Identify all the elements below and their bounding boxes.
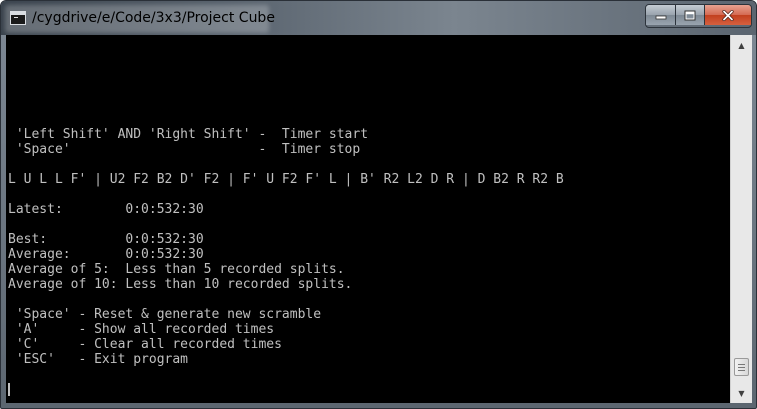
vertical-scrollbar[interactable]: ▲ ▼ [730, 35, 752, 403]
up-arrow-icon[interactable]: ▲ [733, 37, 750, 53]
terminal-window: /cygdrive/e/Code/3x3/Project Cube 'Left … [0, 0, 757, 409]
console-line: L U L L F' | U2 F2 B2 D' F2 | F' U F2 F'… [8, 172, 564, 187]
console-line: Average of 10: Less than 10 recorded spl… [8, 277, 353, 292]
maximize-icon [684, 10, 696, 20]
close-icon [722, 9, 734, 21]
console-line: 'Left Shift' AND 'Right Shift' - Timer s… [8, 127, 369, 142]
window-title: /cygdrive/e/Code/3x3/Project Cube [32, 10, 275, 26]
minimize-icon [655, 15, 666, 20]
console-line: 'Space' - Timer stop [8, 142, 361, 157]
console-client-area: 'Left Shift' AND 'Right Shift' - Timer s… [6, 35, 752, 403]
console-line: Average: 0:0:532:30 [8, 247, 204, 262]
title-bar[interactable]: /cygdrive/e/Code/3x3/Project Cube [1, 1, 756, 35]
console-line: 'A' - Show all recorded times [8, 322, 275, 337]
scrollbar-thumb[interactable] [734, 358, 749, 376]
text-cursor [8, 383, 10, 396]
thumb-grip-line [738, 364, 745, 365]
console-line: Best: 0:0:532:30 [8, 232, 204, 247]
console-line: 'Space' - Reset & generate new scramble [8, 307, 322, 322]
down-arrow-icon[interactable]: ▼ [733, 385, 750, 401]
console-line: 'ESC' - Exit program [8, 352, 189, 367]
console-icon[interactable] [10, 11, 26, 25]
console-output[interactable]: 'Left Shift' AND 'Right Shift' - Timer s… [6, 35, 730, 403]
window-controls [645, 4, 752, 28]
console-line: 'C' - Clear all recorded times [8, 337, 282, 352]
console-line: Average of 5: Less than 5 recorded split… [8, 262, 345, 277]
minimize-button[interactable] [646, 5, 676, 25]
close-button[interactable] [705, 5, 751, 25]
maximize-button[interactable] [676, 5, 705, 25]
thumb-grip-line [738, 367, 745, 368]
thumb-grip-line [738, 370, 745, 371]
console-text: 'Left Shift' AND 'Right Shift' - Timer s… [8, 127, 564, 367]
console-line: Latest: 0:0:532:30 [8, 202, 204, 217]
